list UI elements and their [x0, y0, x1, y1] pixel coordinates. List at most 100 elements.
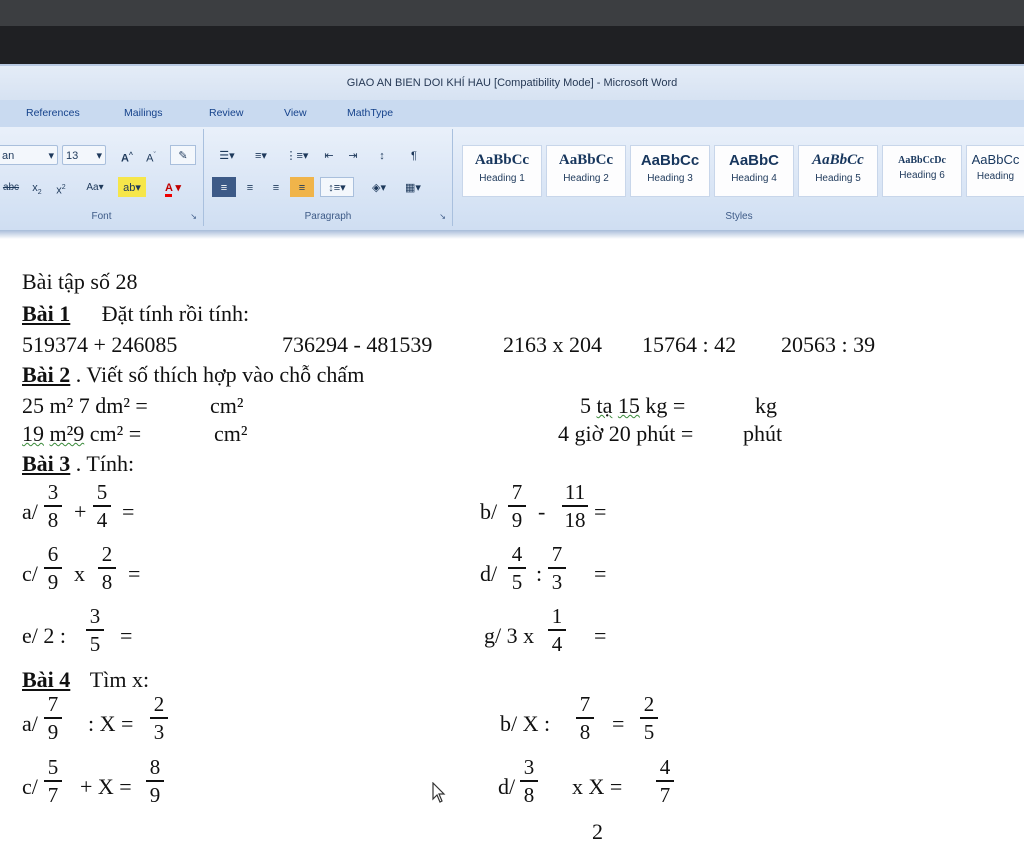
denominator: 7	[659, 782, 671, 807]
fraction: 23	[148, 693, 170, 743]
align-right-icon[interactable]: ≡	[264, 177, 288, 197]
numerator: 7	[511, 480, 523, 504]
operator: -	[538, 499, 546, 524]
denominator: 8	[579, 719, 591, 744]
style-heading[interactable]: AaBbCc Heading	[966, 145, 1024, 197]
style-label: Heading	[976, 171, 1015, 182]
superscript-icon[interactable]: x2	[52, 177, 70, 197]
b2-row1-left: 25 m² 7 dm² =	[22, 393, 148, 418]
line-spacing-icon[interactable]: ↕≡▾	[320, 177, 354, 197]
numerator: 2	[101, 542, 113, 566]
tab-references[interactable]: References	[26, 107, 80, 119]
b2-unit: kg	[755, 393, 777, 418]
b3-prefix: c/	[22, 561, 38, 586]
style-heading-6[interactable]: AaBbCcDc Heading 6	[882, 145, 962, 197]
style-label: Heading 4	[731, 173, 777, 184]
numerator: 5	[96, 480, 108, 504]
tab-mailings[interactable]: Mailings	[124, 107, 163, 119]
fraction: 78	[574, 693, 596, 743]
ribbon-shadow	[0, 230, 1024, 239]
sort-icon[interactable]: ↕	[368, 145, 396, 165]
fraction: 45	[506, 543, 528, 593]
shrink-font-icon[interactable]: Aˇ	[140, 145, 162, 165]
b2-text: cm² =	[89, 421, 142, 446]
font-size-value: 13	[66, 150, 79, 162]
show-marks-icon[interactable]: ¶	[400, 145, 428, 165]
denominator: 5	[643, 719, 655, 744]
style-sample: AaBbC	[728, 152, 779, 169]
font-name-select[interactable]: an ▾	[0, 145, 58, 165]
styles-group: AaBbCc Heading 1 AaBbCc Heading 2 AaBbCc He…	[454, 129, 1024, 226]
b3-prefix: e/ 2 :	[22, 623, 66, 648]
tab-review[interactable]: Review	[209, 107, 243, 119]
exercise-label: Bài 3	[22, 451, 71, 476]
window-title-bar: GIAO AN BIEN DOI KHÍ HAU [Compatibility …	[0, 64, 1024, 102]
dialog-launcher-icon[interactable]: ↘	[190, 212, 197, 221]
equals: =	[594, 499, 607, 524]
denominator: 3	[551, 569, 563, 594]
exercise-text: Đặt tính rồi tính:	[101, 301, 250, 326]
fraction: 69	[42, 543, 64, 593]
b4-mid: + X =	[80, 774, 132, 799]
fraction: 57	[42, 756, 64, 806]
decrease-indent-icon[interactable]: ⇤	[318, 145, 340, 165]
style-sample: AaBbCc	[971, 152, 1020, 167]
operator: x	[74, 561, 85, 586]
b1-item: 2163 x 204	[503, 332, 602, 357]
style-label: Heading 6	[899, 170, 945, 181]
style-heading-5[interactable]: AaBbCc Heading 5	[798, 145, 878, 197]
style-sample: AaBbCcDc	[898, 155, 946, 166]
numbering-icon[interactable]: ≡▾	[246, 145, 276, 165]
font-size-select[interactable]: 13 ▾	[62, 145, 106, 165]
justify-icon[interactable]: ≡	[290, 177, 314, 197]
style-heading-2[interactable]: AaBbCc Heading 2	[546, 145, 626, 197]
style-heading-1[interactable]: AaBbCc Heading 1	[462, 145, 542, 197]
fraction: 25	[638, 693, 660, 743]
chevron-down-icon: ▾	[96, 150, 102, 162]
denominator: 9	[149, 782, 161, 807]
align-left-icon[interactable]: ≡	[212, 177, 236, 197]
subscript-icon[interactable]: x2	[28, 177, 46, 197]
fraction: 38	[42, 481, 64, 531]
grow-font-icon[interactable]: A^	[116, 145, 138, 165]
b2-unit: cm²	[210, 393, 244, 418]
b4-prefix: a/	[22, 711, 38, 736]
partial-line-digit: 2	[592, 819, 603, 844]
align-center-icon[interactable]: ≡	[238, 177, 262, 197]
numerator: 7	[579, 692, 591, 716]
change-case-icon[interactable]: Aa▾	[82, 177, 108, 197]
b2-row2-left: 19 m²9 cm² =	[22, 421, 141, 447]
b2-text: m²9	[49, 421, 85, 446]
font-name-value: an	[2, 150, 15, 162]
b3-prefix: b/	[480, 499, 498, 524]
exercise-3-heading: Bài 3 . Tính:	[22, 451, 134, 477]
b1-item: 20563 : 39	[781, 332, 876, 357]
exercise-4-heading: Bài 4 Tìm x:	[22, 667, 149, 693]
dialog-launcher-icon[interactable]: ↘	[439, 212, 446, 221]
style-heading-3[interactable]: AaBbCc Heading 3	[630, 145, 710, 197]
style-heading-4[interactable]: AaBbC Heading 4	[714, 145, 794, 197]
mouse-cursor-icon	[432, 782, 446, 803]
denominator: 9	[511, 507, 523, 532]
doc-title: Bài tập số 28	[22, 269, 138, 294]
strikethrough-icon[interactable]: abc	[0, 177, 24, 197]
exercise-text: . Tính:	[75, 451, 135, 476]
clear-formatting-icon[interactable]: ✎	[170, 145, 196, 165]
exercise-text: . Viết số thích hợp vào chỗ chấm	[75, 362, 365, 387]
increase-indent-icon[interactable]: ⇥	[342, 145, 364, 165]
tab-mathtype[interactable]: MathType	[347, 107, 393, 119]
multilevel-list-icon[interactable]: ⋮≡▾	[280, 145, 314, 165]
fraction: 79	[506, 481, 528, 531]
numerator: 2	[153, 692, 165, 716]
borders-icon[interactable]: ▦▾	[398, 177, 428, 197]
style-sample: AaBbCc	[474, 152, 530, 168]
b4-mid: x X =	[572, 774, 623, 799]
tab-view[interactable]: View	[284, 107, 307, 119]
document-page[interactable]: Bài tập số 28 Bài 1 Đặt tính rồi tính: 5…	[0, 239, 1024, 844]
shading-icon[interactable]: ◈▾	[364, 177, 394, 197]
font-color-icon[interactable]: A ▾	[156, 177, 190, 197]
bullets-icon[interactable]: ☰▾	[212, 145, 242, 165]
highlight-color-icon[interactable]: ab▾	[118, 177, 146, 197]
numerator: 3	[89, 604, 101, 628]
window-title: GIAO AN BIEN DOI KHÍ HAU [Compatibility …	[346, 77, 678, 89]
